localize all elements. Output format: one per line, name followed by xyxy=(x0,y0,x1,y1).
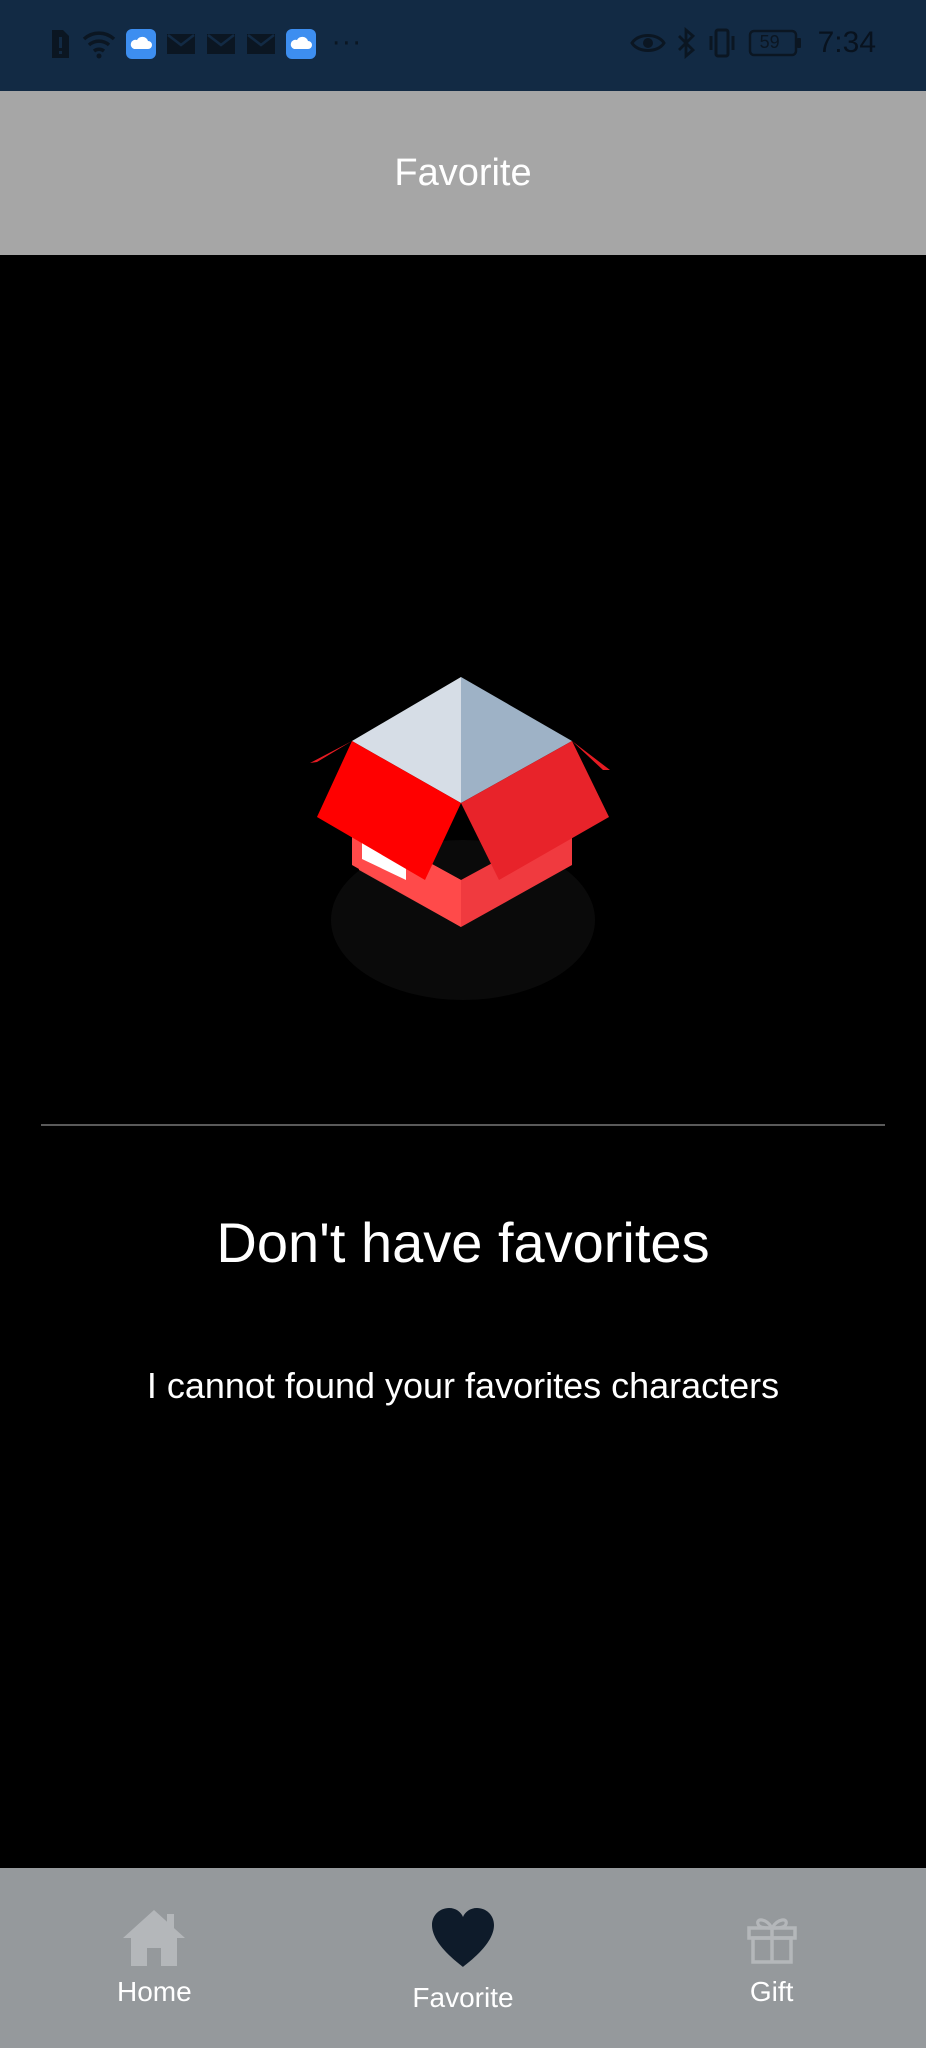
favorite-screen: ··· 59 7:34 Favorite Don't have favorite… xyxy=(0,0,926,2048)
nav-item-gift[interactable]: Gift xyxy=(617,1868,926,2048)
status-left-icons: ··· xyxy=(48,28,363,60)
battery-level: 59 xyxy=(759,32,780,52)
open-box-icon xyxy=(300,665,620,1015)
nav-label-favorite: Favorite xyxy=(412,1982,514,2013)
page-title: Favorite xyxy=(394,151,532,194)
battery-icon: 59 xyxy=(748,29,802,57)
eye-icon xyxy=(629,31,666,55)
cloud-app-icon xyxy=(286,29,316,59)
heart-icon xyxy=(430,1906,496,1970)
sim-alert-icon xyxy=(48,28,72,60)
bottom-navigation: Home Favorite Gift xyxy=(0,1868,926,2048)
nav-item-home[interactable]: Home xyxy=(0,1868,309,2048)
mail-icon xyxy=(246,32,276,56)
empty-state-subtitle: I cannot found your favorites characters xyxy=(146,1365,780,1406)
nav-label-gift: Gift xyxy=(749,1976,794,2007)
more-notifications-icon: ··· xyxy=(332,29,363,59)
divider xyxy=(41,1124,885,1126)
status-time: 7:34 xyxy=(817,26,876,59)
mail-icon xyxy=(206,32,236,56)
cloud-app-icon xyxy=(126,29,156,59)
status-bar: ··· 59 7:34 xyxy=(0,0,926,91)
app-header: Favorite xyxy=(0,91,926,255)
vibrate-icon xyxy=(706,28,738,58)
home-icon xyxy=(121,1906,187,1970)
bluetooth-icon xyxy=(676,27,696,59)
nav-item-favorite[interactable]: Favorite xyxy=(309,1868,618,2048)
status-right-icons: 59 7:34 xyxy=(629,26,876,60)
wifi-icon xyxy=(82,29,116,59)
nav-label-home: Home xyxy=(116,1976,192,2007)
gift-icon xyxy=(746,1906,798,1970)
mail-icon xyxy=(166,32,196,56)
empty-state-title: Don't have favorites xyxy=(216,1211,710,1274)
